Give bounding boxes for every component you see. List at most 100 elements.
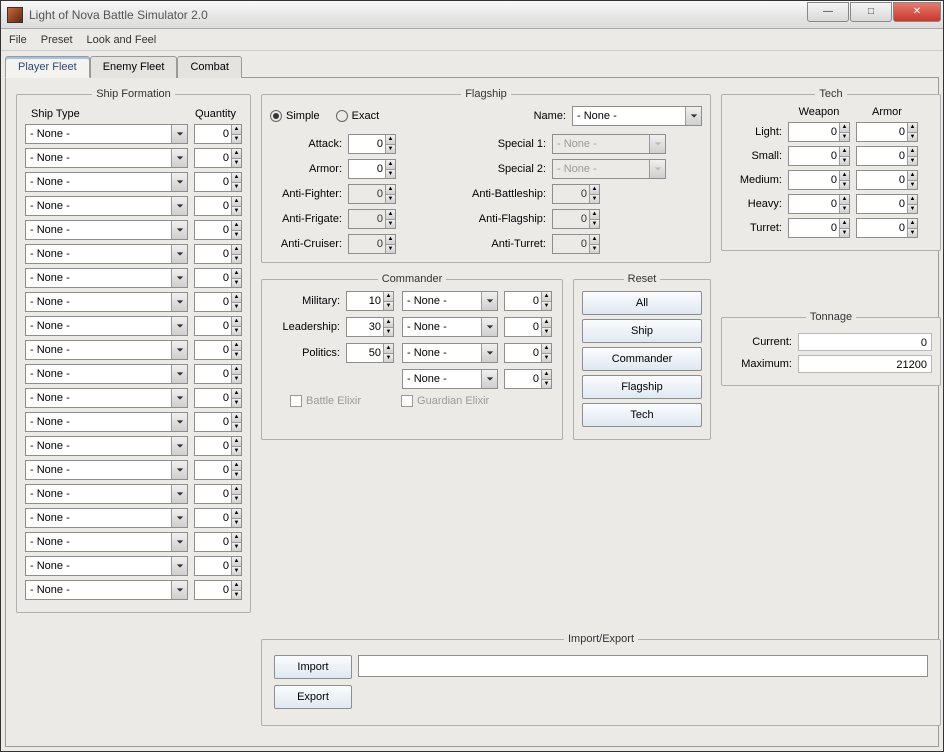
spinner-up-icon[interactable]: ▲	[386, 135, 395, 145]
spinner-up-icon[interactable]: ▲	[542, 318, 551, 328]
spinner-down-icon[interactable]: ▼	[384, 354, 393, 363]
spinner-down-icon[interactable]: ▼	[542, 354, 551, 363]
ship-type-combo[interactable]: - None -	[25, 388, 188, 408]
close-button[interactable]: ✕	[893, 2, 941, 22]
spinner-up-icon[interactable]: ▲	[590, 185, 599, 195]
spinner-down-icon[interactable]: ▼	[384, 328, 393, 337]
flagship-mode-exact[interactable]: Exact	[336, 110, 380, 122]
commander-bonus-combo[interactable]: - None -	[402, 291, 498, 311]
spinner-up-icon[interactable]: ▲	[590, 210, 599, 220]
ship-qty-spinner[interactable]: 0▲▼	[194, 532, 242, 552]
spinner-down-icon[interactable]: ▼	[908, 181, 917, 190]
battle-elixir-check[interactable]: Battle Elixir	[290, 395, 361, 407]
spinner-down-icon[interactable]: ▼	[840, 205, 849, 214]
spinner-down-icon[interactable]: ▼	[590, 195, 599, 204]
spinner-down-icon[interactable]: ▼	[232, 207, 241, 216]
reset-commander-button[interactable]: Commander	[582, 347, 702, 371]
ship-type-combo[interactable]: - None -	[25, 220, 188, 240]
spinner-down-icon[interactable]: ▼	[908, 229, 917, 238]
spinner-down-icon[interactable]: ▼	[232, 327, 241, 336]
anti-turret-spinner[interactable]: 0▲▼	[552, 234, 600, 254]
ship-type-combo[interactable]: - None -	[25, 268, 188, 288]
spinner-down-icon[interactable]: ▼	[232, 351, 241, 360]
import-button[interactable]: Import	[274, 655, 352, 679]
spinner-down-icon[interactable]: ▼	[232, 231, 241, 240]
tech-weapon-spinner[interactable]: 0▲▼	[788, 170, 850, 190]
commander-bonus-spinner[interactable]: 0▲▼	[504, 317, 552, 337]
spinner-up-icon[interactable]: ▲	[232, 125, 241, 135]
anti-fighter-spinner[interactable]: 0▲▼	[348, 184, 396, 204]
spinner-up-icon[interactable]: ▲	[232, 509, 241, 519]
guardian-elixir-check[interactable]: Guardian Elixir	[401, 395, 489, 407]
spinner-up-icon[interactable]: ▲	[232, 173, 241, 183]
tech-weapon-spinner[interactable]: 0▲▼	[788, 218, 850, 238]
ship-qty-spinner[interactable]: 0▲▼	[194, 220, 242, 240]
spinner-up-icon[interactable]: ▲	[384, 318, 393, 328]
spinner-up-icon[interactable]: ▲	[232, 269, 241, 279]
tech-weapon-spinner[interactable]: 0▲▼	[788, 122, 850, 142]
ship-qty-spinner[interactable]: 0▲▼	[194, 292, 242, 312]
ship-type-combo[interactable]: - None -	[25, 556, 188, 576]
spinner-down-icon[interactable]: ▼	[908, 133, 917, 142]
flagship-mode-simple[interactable]: Simple	[270, 110, 320, 122]
spinner-down-icon[interactable]: ▼	[386, 220, 395, 229]
spinner-up-icon[interactable]: ▲	[840, 195, 849, 205]
commander-bonus-combo[interactable]: - None -	[402, 343, 498, 363]
minimize-button[interactable]: —	[807, 2, 849, 22]
spinner-up-icon[interactable]: ▲	[232, 197, 241, 207]
spinner-up-icon[interactable]: ▲	[232, 533, 241, 543]
commander-stat-spinner[interactable]: 30▲▼	[346, 317, 394, 337]
spinner-down-icon[interactable]: ▼	[386, 195, 395, 204]
ship-type-combo[interactable]: - None -	[25, 148, 188, 168]
ship-type-combo[interactable]: - None -	[25, 244, 188, 264]
commander-stat-spinner[interactable]: 10▲▼	[346, 291, 394, 311]
commander-extra-combo[interactable]: - None -	[402, 369, 498, 389]
export-button[interactable]: Export	[274, 685, 352, 709]
reset-ship-button[interactable]: Ship	[582, 319, 702, 343]
commander-bonus-combo[interactable]: - None -	[402, 317, 498, 337]
ship-type-combo[interactable]: - None -	[25, 364, 188, 384]
spinner-down-icon[interactable]: ▼	[232, 495, 241, 504]
spinner-down-icon[interactable]: ▼	[908, 157, 917, 166]
tech-weapon-spinner[interactable]: 0▲▼	[788, 194, 850, 214]
tech-armor-spinner[interactable]: 0▲▼	[856, 194, 918, 214]
ship-qty-spinner[interactable]: 0▲▼	[194, 460, 242, 480]
ship-type-combo[interactable]: - None -	[25, 412, 188, 432]
spinner-up-icon[interactable]: ▲	[386, 160, 395, 170]
ship-qty-spinner[interactable]: 0▲▼	[194, 580, 242, 600]
tech-armor-spinner[interactable]: 0▲▼	[856, 146, 918, 166]
spinner-up-icon[interactable]: ▲	[384, 292, 393, 302]
tab-enemy-fleet[interactable]: Enemy Fleet	[90, 56, 178, 78]
ship-qty-spinner[interactable]: 0▲▼	[194, 316, 242, 336]
tech-armor-spinner[interactable]: 0▲▼	[856, 170, 918, 190]
anti-flagship-spinner[interactable]: 0▲▼	[552, 209, 600, 229]
spinner-down-icon[interactable]: ▼	[232, 471, 241, 480]
spinner-up-icon[interactable]: ▲	[386, 185, 395, 195]
anti-cruiser-spinner[interactable]: 0▲▼	[348, 234, 396, 254]
spinner-up-icon[interactable]: ▲	[908, 147, 917, 157]
spinner-up-icon[interactable]: ▲	[232, 365, 241, 375]
spinner-up-icon[interactable]: ▲	[384, 344, 393, 354]
ship-qty-spinner[interactable]: 0▲▼	[194, 340, 242, 360]
menu-preset[interactable]: Preset	[41, 34, 73, 46]
spinner-up-icon[interactable]: ▲	[840, 171, 849, 181]
spinner-down-icon[interactable]: ▼	[232, 567, 241, 576]
spinner-down-icon[interactable]: ▼	[232, 543, 241, 552]
spinner-down-icon[interactable]: ▼	[840, 229, 849, 238]
spinner-up-icon[interactable]: ▲	[908, 171, 917, 181]
spinner-down-icon[interactable]: ▼	[232, 135, 241, 144]
ship-qty-spinner[interactable]: 0▲▼	[194, 508, 242, 528]
menu-file[interactable]: File	[9, 34, 27, 46]
attack-spinner[interactable]: 0▲▼	[348, 134, 396, 154]
ship-qty-spinner[interactable]: 0▲▼	[194, 172, 242, 192]
spinner-up-icon[interactable]: ▲	[840, 123, 849, 133]
ship-qty-spinner[interactable]: 0▲▼	[194, 244, 242, 264]
spinner-up-icon[interactable]: ▲	[232, 413, 241, 423]
spinner-down-icon[interactable]: ▼	[386, 170, 395, 179]
ship-qty-spinner[interactable]: 0▲▼	[194, 388, 242, 408]
spinner-up-icon[interactable]: ▲	[232, 437, 241, 447]
spinner-up-icon[interactable]: ▲	[232, 557, 241, 567]
spinner-up-icon[interactable]: ▲	[908, 219, 917, 229]
spinner-up-icon[interactable]: ▲	[232, 245, 241, 255]
ship-qty-spinner[interactable]: 0▲▼	[194, 436, 242, 456]
